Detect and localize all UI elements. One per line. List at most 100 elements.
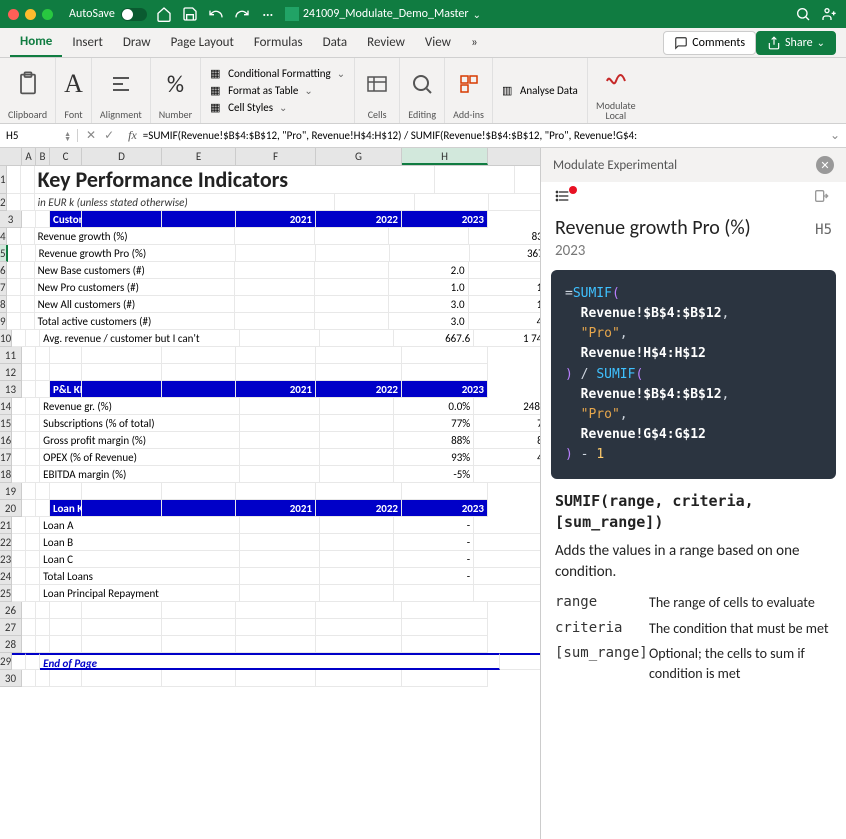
row-header[interactable]: 4 (0, 228, 7, 245)
cell[interactable] (236, 364, 316, 381)
cell[interactable] (320, 534, 394, 551)
cell[interactable] (315, 296, 389, 313)
cell[interactable] (162, 500, 236, 517)
cell[interactable] (240, 330, 320, 347)
tab-insert[interactable]: Insert (62, 29, 113, 56)
cell[interactable] (320, 330, 394, 347)
spreadsheet-grid[interactable]: A B C D E F G H 1Key Performance Indicat… (0, 148, 540, 839)
cell[interactable]: Total Loans (40, 568, 240, 585)
row-header[interactable]: 5 (0, 245, 8, 262)
cell[interactable] (402, 483, 488, 500)
cell[interactable]: 77% (394, 415, 474, 432)
row-header[interactable]: 29 (0, 653, 12, 670)
cell[interactable] (26, 415, 40, 432)
share-button[interactable]: Share ⌄ (756, 31, 836, 55)
col-header-H[interactable]: H (402, 148, 488, 165)
cell[interactable] (36, 381, 50, 398)
row-header[interactable]: 1 (0, 166, 7, 194)
cell[interactable]: 41% (474, 449, 540, 466)
cell[interactable] (320, 585, 394, 602)
cell[interactable]: OPEX (% of Revenue) (40, 449, 240, 466)
cell[interactable] (26, 517, 40, 534)
font-group[interactable]: A Font (56, 58, 92, 123)
cell[interactable] (82, 619, 162, 636)
cell[interactable]: 2023 (402, 381, 488, 398)
cell[interactable]: Key Performance Indicators (35, 166, 435, 194)
cell[interactable] (474, 585, 540, 602)
cell[interactable]: Subscriptions (% of total) (40, 415, 240, 432)
cell[interactable] (315, 279, 389, 296)
cell[interactable] (316, 245, 390, 262)
cell[interactable]: 2021 (236, 211, 316, 228)
alignment-icon[interactable] (107, 60, 135, 108)
col-header-F[interactable]: F (236, 148, 316, 165)
cell[interactable] (26, 432, 40, 449)
row-header[interactable]: 21 (0, 517, 12, 534)
row-header[interactable]: 15 (0, 415, 12, 432)
cell[interactable] (36, 483, 50, 500)
cell[interactable] (7, 262, 21, 279)
cell[interactable] (320, 398, 394, 415)
cell[interactable] (316, 483, 402, 500)
cell[interactable]: 88% (394, 432, 474, 449)
cell[interactable]: - (474, 551, 540, 568)
save-icon[interactable] (181, 5, 199, 23)
row-header[interactable]: 10 (0, 330, 12, 347)
formula-input[interactable]: =SUMIF(Revenue!$B$4:$B$12, "Pro", Revenu… (143, 129, 824, 142)
cell[interactable] (240, 432, 320, 449)
cell[interactable] (22, 211, 36, 228)
row-header[interactable]: 6 (0, 262, 7, 279)
row-header[interactable]: 22 (0, 534, 12, 551)
cell[interactable]: 667.6 (394, 330, 474, 347)
cell[interactable] (236, 619, 316, 636)
cell[interactable] (162, 211, 236, 228)
cell[interactable] (236, 347, 316, 364)
col-header-G[interactable]: G (316, 148, 402, 165)
row-header[interactable]: 16 (0, 432, 12, 449)
cell[interactable] (7, 166, 21, 194)
fx-icon[interactable]: fx (122, 128, 143, 143)
cell[interactable]: Avg. revenue / customer but I can't (40, 330, 240, 347)
cell[interactable] (316, 364, 402, 381)
cell[interactable] (26, 330, 40, 347)
cell[interactable]: 2023 (402, 500, 488, 517)
cell-styles[interactable]: ▦Cell Styles (207, 100, 348, 116)
cell[interactable] (26, 449, 40, 466)
row-header[interactable]: 28 (0, 636, 22, 653)
cell[interactable] (82, 211, 162, 228)
cell[interactable]: 1.0 (389, 279, 469, 296)
cell[interactable]: New All customers (#) (35, 296, 235, 313)
cell[interactable] (26, 398, 40, 415)
cell[interactable]: 3.0 (389, 296, 469, 313)
cell[interactable] (489, 194, 540, 211)
cell[interactable] (240, 585, 320, 602)
cell[interactable]: 2022 (316, 211, 402, 228)
cell[interactable]: New Pro customers (#) (35, 279, 235, 296)
cell[interactable]: 1 745.5 (474, 330, 540, 347)
cell[interactable]: -5% (394, 466, 474, 483)
cell[interactable] (240, 551, 320, 568)
cell[interactable]: 367% (470, 245, 540, 262)
cell[interactable] (82, 670, 162, 687)
cell[interactable] (36, 364, 50, 381)
cell[interactable] (240, 466, 320, 483)
col-header-E[interactable]: E (162, 148, 236, 165)
row-header[interactable]: 26 (0, 602, 22, 619)
tab-review[interactable]: Review (357, 29, 415, 56)
cell[interactable]: Loan KPIs (50, 500, 82, 517)
cell[interactable] (402, 347, 488, 364)
row-header[interactable]: 18 (0, 466, 12, 483)
cell[interactable] (21, 194, 35, 211)
cell[interactable] (36, 636, 50, 653)
tab-home[interactable]: Home (10, 28, 62, 57)
cell[interactable] (335, 194, 415, 211)
cell[interactable]: Loan C (40, 551, 240, 568)
cell[interactable]: EBITDA margin (%) (40, 466, 240, 483)
cell[interactable] (22, 500, 36, 517)
cell[interactable] (394, 585, 474, 602)
cell[interactable] (50, 619, 82, 636)
cell[interactable]: End of Page (40, 653, 500, 670)
cell[interactable] (36, 602, 50, 619)
autosave-switch[interactable] (121, 8, 147, 21)
cell[interactable] (22, 381, 36, 398)
